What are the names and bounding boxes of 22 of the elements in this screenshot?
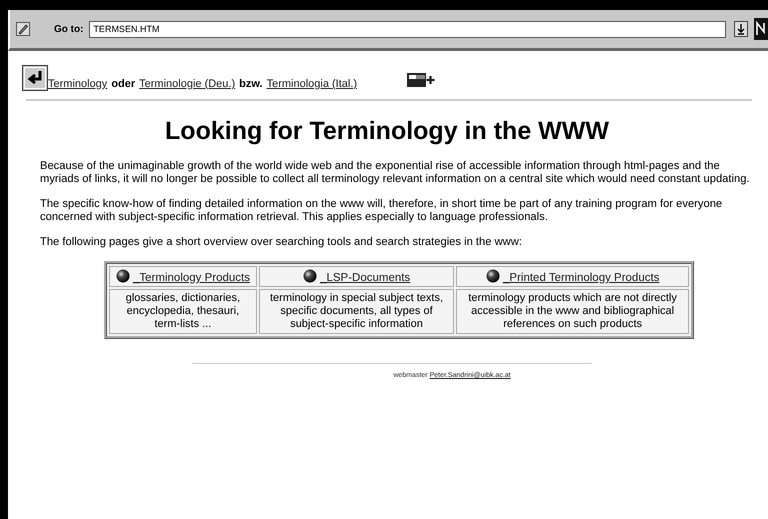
ball-icon [302, 269, 317, 283]
table-cell: glossaries, dictionaries, encyclopedia, thesauri, term-lists ... [109, 289, 257, 334]
table-cell: terminology in special subject texts, specific documents, all types of subject-specific information [258, 289, 454, 334]
connector-word: bzw. [239, 78, 263, 90]
url-field[interactable]: TERMSEN.HTM [89, 20, 726, 38]
ball-icon [486, 269, 500, 283]
connector-word: oder [111, 78, 136, 90]
paragraph: Because of the unimaginable growth of the world wide web and the exponential rise of accessible information through html-pages and the myriads of links, it will no longer be possible to collect all terminology relevant information on a central site which would need constant updating. [40, 160, 751, 186]
logo-icon [754, 18, 768, 40]
table-cell: terminology products which are not directly accessible in the www and bibliographical references on such products [456, 289, 689, 334]
language-link[interactable]: Terminologie (Deu.) [139, 78, 236, 90]
paragraph: The following pages give a short overview over searching tools and search strategies in the www: [40, 236, 523, 249]
back-arrow-icon[interactable] [22, 65, 48, 91]
download-arrow-icon[interactable] [734, 21, 748, 37]
ball-icon [116, 269, 130, 283]
flag-icon [407, 73, 436, 87]
language-link[interactable]: Terminologia (Ital.) [266, 78, 358, 90]
paragraph: The specific know-how of finding detailed information on the www will, therefore, in short time be part of any training program for everyone concerned with subject-specific information retrieval. This applies especially to language professionals. [40, 198, 724, 224]
pen-icon[interactable] [16, 22, 30, 36]
page-heading: Looking for Terminology in the WWW [164, 117, 610, 146]
language-link[interactable]: Terminology [48, 78, 108, 90]
goto-label: Go to: [54, 24, 84, 34]
